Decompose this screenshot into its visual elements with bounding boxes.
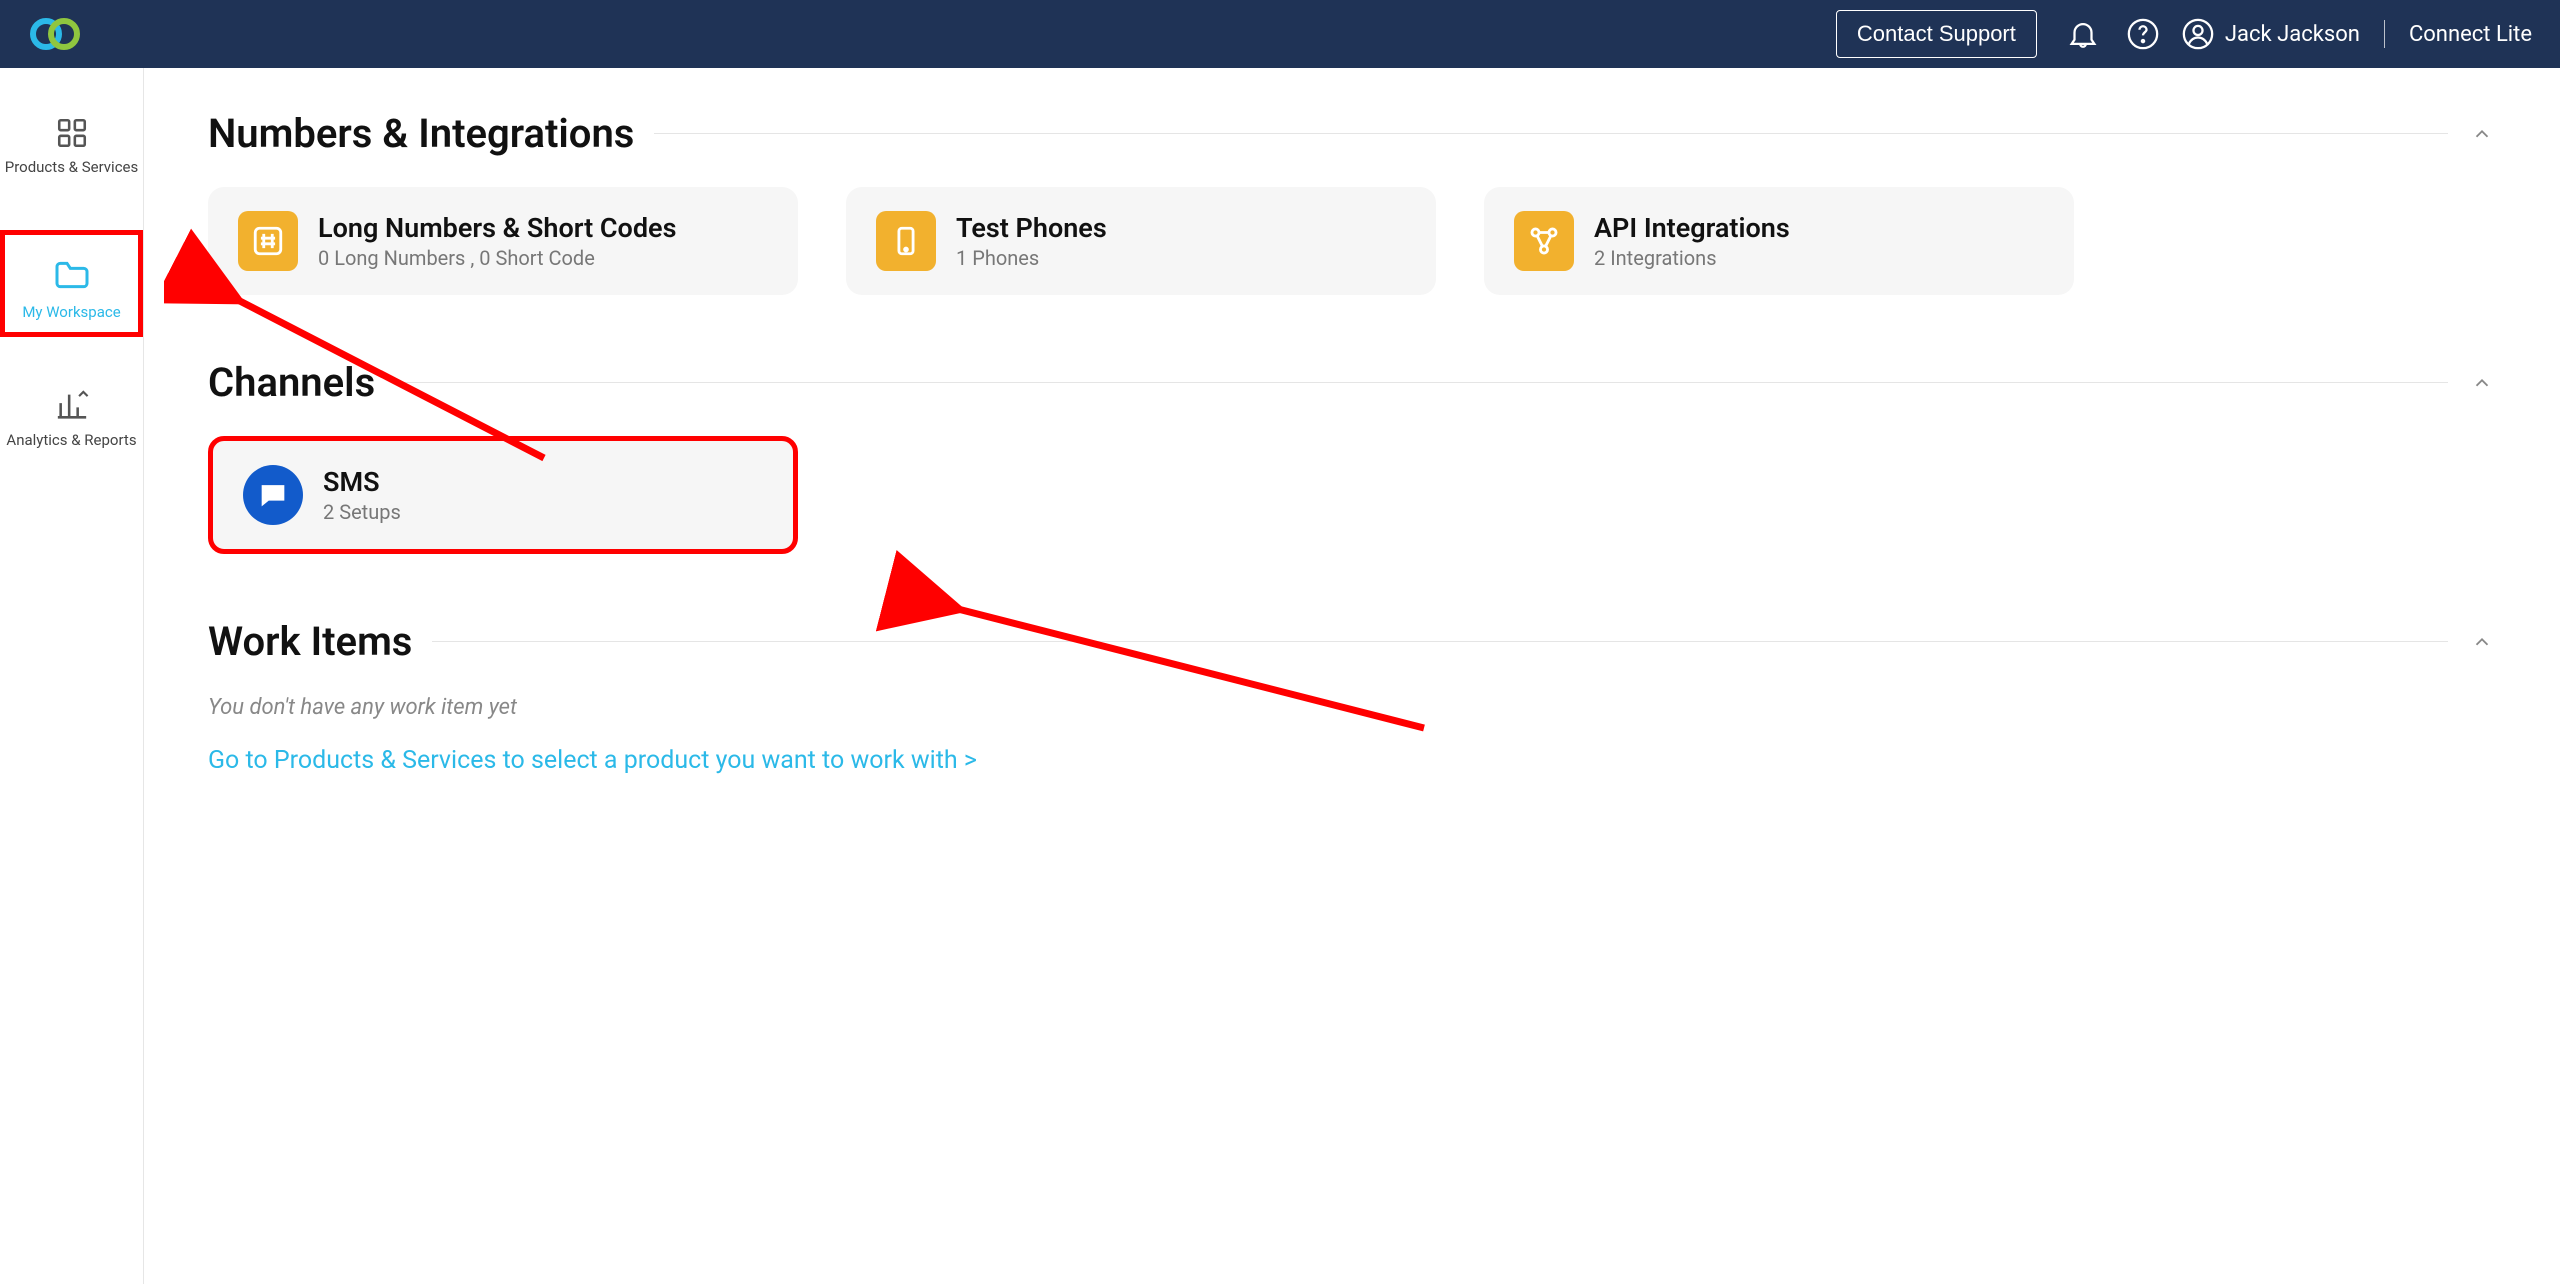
plan-name: Connect Lite	[2409, 22, 2532, 47]
main-content: Numbers & Integrations Long Numbers & Sh…	[144, 68, 2560, 1284]
user-name: Jack Jackson	[2225, 22, 2360, 47]
sidebar-item-my-workspace[interactable]: My Workspace	[0, 230, 143, 338]
sms-icon: SMS	[243, 465, 303, 525]
channels-cards-row: SMS SMS 2 Setups	[208, 436, 2496, 554]
user-icon	[2181, 17, 2215, 51]
hash-icon	[238, 211, 298, 271]
card-api-integrations[interactable]: API Integrations 2 Integrations	[1484, 187, 2074, 295]
grid-icon	[55, 116, 89, 150]
section-channels-header: Channels	[208, 359, 2496, 406]
card-test-phones[interactable]: Test Phones 1 Phones	[846, 187, 1436, 295]
user-menu[interactable]: Jack Jackson Connect Lite	[2181, 17, 2532, 51]
collapse-toggle[interactable]	[2468, 369, 2496, 397]
workitems-go-link[interactable]: Go to Products & Services to select a pr…	[208, 746, 977, 775]
help-icon[interactable]	[2121, 12, 2165, 56]
card-subtitle: 2 Setups	[323, 500, 401, 524]
divider	[2384, 20, 2385, 48]
section-workitems-header: Work Items	[208, 618, 2496, 665]
section-title: Channels	[208, 359, 375, 406]
divider	[654, 133, 2448, 134]
card-title: Test Phones	[956, 212, 1107, 244]
card-long-numbers[interactable]: Long Numbers & Short Codes 0 Long Number…	[208, 187, 798, 295]
section-title: Numbers & Integrations	[208, 110, 634, 157]
workitems-empty-text: You don't have any work item yet	[208, 695, 2496, 720]
card-title: Long Numbers & Short Codes	[318, 212, 676, 244]
section-numbers-header: Numbers & Integrations	[208, 110, 2496, 157]
analytics-icon	[55, 389, 89, 423]
sidebar-item-products-services[interactable]: Products & Services	[0, 108, 143, 186]
card-subtitle: 1 Phones	[956, 246, 1107, 270]
collapse-toggle[interactable]	[2468, 628, 2496, 656]
card-title: SMS	[323, 466, 401, 498]
sidebar-item-label: Products & Services	[5, 158, 139, 178]
svg-text:SMS: SMS	[264, 489, 282, 499]
integration-icon	[1514, 211, 1574, 271]
notifications-icon[interactable]	[2061, 12, 2105, 56]
sidebar-item-label: My Workspace	[22, 303, 120, 323]
card-subtitle: 2 Integrations	[1594, 246, 1790, 270]
sidebar-item-label: Analytics & Reports	[6, 431, 136, 451]
sidebar: Products & Services My Workspace Analyti…	[0, 68, 144, 1284]
phone-icon	[876, 211, 936, 271]
card-sms[interactable]: SMS SMS 2 Setups	[208, 436, 798, 554]
divider	[432, 641, 2448, 642]
numbers-cards-row: Long Numbers & Short Codes 0 Long Number…	[208, 187, 2496, 295]
folder-icon	[52, 255, 92, 295]
card-title: API Integrations	[1594, 212, 1790, 244]
app-header: Contact Support Jack Jackson Connect Lit…	[0, 0, 2560, 68]
collapse-toggle[interactable]	[2468, 120, 2496, 148]
card-subtitle: 0 Long Numbers , 0 Short Code	[318, 246, 676, 270]
sidebar-item-analytics-reports[interactable]: Analytics & Reports	[0, 381, 143, 459]
brand-logo[interactable]	[28, 17, 82, 51]
divider	[395, 382, 2448, 383]
section-title: Work Items	[208, 618, 412, 665]
contact-support-button[interactable]: Contact Support	[1836, 10, 2037, 58]
